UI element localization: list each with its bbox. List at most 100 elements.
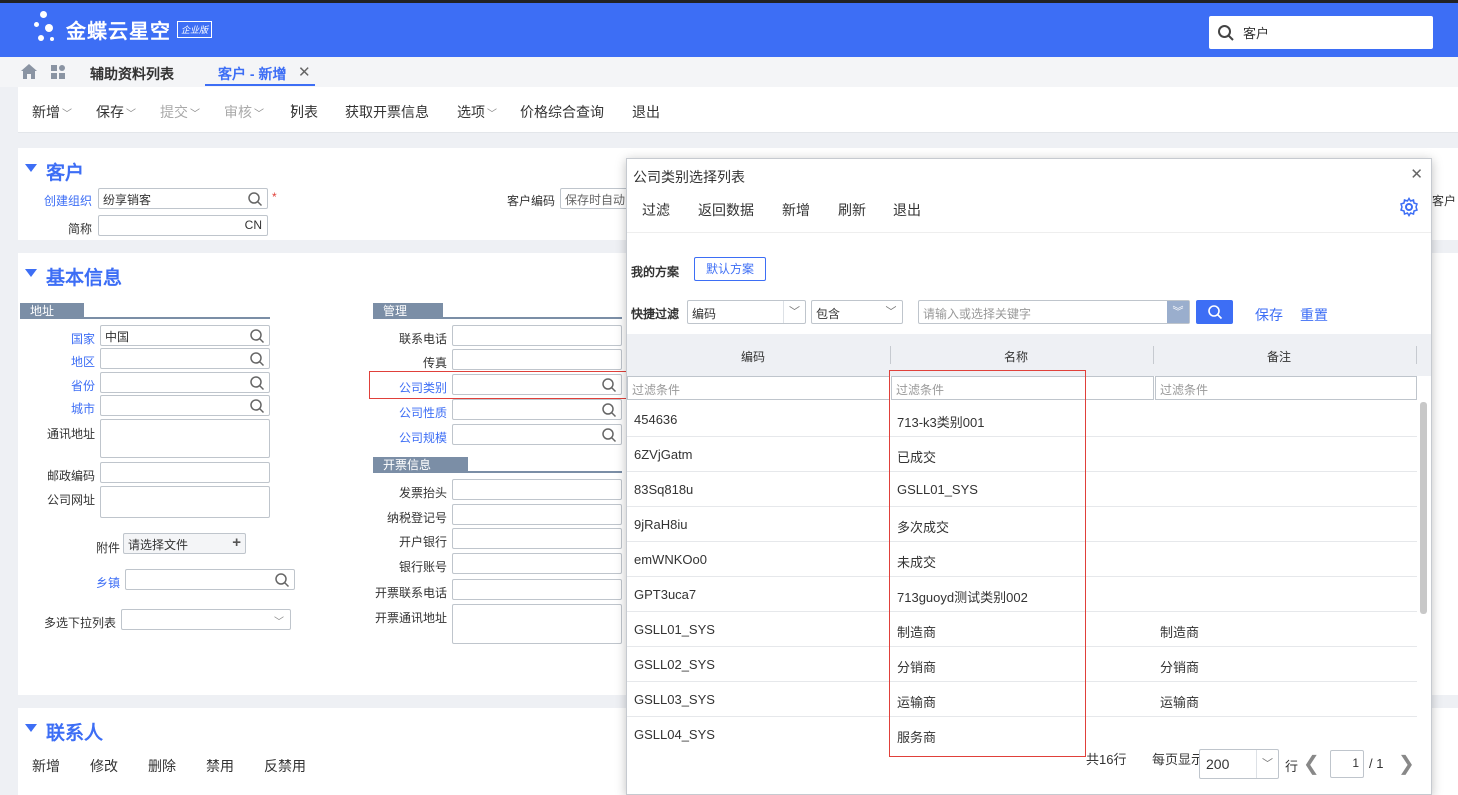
chevron-down-icon: ﹀ (126, 109, 136, 120)
short-name-suffix: CN (244, 218, 262, 232)
top-bar: 金蝶云星空 企业版 客户 (0, 0, 1458, 57)
create-org-field[interactable]: 纷享销客 (98, 188, 268, 209)
close-icon[interactable]: ✕ (1410, 165, 1423, 183)
fax-label: 传真 (423, 356, 448, 370)
mail-address-label: 通讯地址 (47, 427, 96, 441)
short-name-label: 简称 (68, 222, 93, 236)
town-field[interactable] (125, 569, 295, 590)
column-header-code[interactable]: 编码 (741, 348, 765, 365)
options-button[interactable]: 选项 ﹀ (457, 102, 497, 122)
apps-icon[interactable] (50, 64, 66, 80)
country-label: 国家 (71, 332, 96, 346)
default-scheme-button[interactable]: 默认方案 (694, 257, 766, 281)
dialog-new-button[interactable]: 新增 (782, 200, 810, 220)
contact-new-button[interactable]: 新增 (32, 756, 60, 776)
country-field[interactable]: 中国 (100, 325, 270, 346)
contact-disable-button[interactable]: 禁用 (206, 756, 234, 776)
gear-icon[interactable] (1399, 197, 1419, 217)
company-nature-label: 公司性质 (399, 406, 448, 420)
dialog-return-data-button[interactable]: 返回数据 (698, 200, 754, 220)
customer-cut-label: 客户 (1432, 194, 1457, 208)
audit-button[interactable]: 审核 ﹀ (224, 102, 264, 122)
bank-field[interactable] (452, 528, 622, 549)
contact-edit-button[interactable]: 修改 (90, 756, 118, 776)
tab-customer-new[interactable]: 客户 - 新增 (218, 64, 286, 84)
multi-select-dropdown[interactable]: ﹀ (121, 609, 291, 630)
phone-field[interactable] (452, 325, 622, 346)
company-nature-field[interactable] (452, 399, 622, 420)
prev-page-icon[interactable]: ❮ (1303, 751, 1320, 776)
filter-operator-select[interactable]: 包含 ﹀ (811, 300, 903, 324)
chevron-down-icon: ﹀ (885, 306, 897, 318)
tax-no-field[interactable] (452, 504, 622, 525)
filter-code-input[interactable]: 过滤条件 (627, 376, 890, 400)
mail-address-field[interactable] (100, 419, 270, 458)
collapse-triangle-icon[interactable] (25, 164, 37, 172)
save-scheme-link[interactable]: 保存 (1255, 305, 1283, 325)
chevron-down-icon: ﹀ (1256, 750, 1278, 778)
attachment-field[interactable]: 请选择文件 + (123, 533, 246, 554)
invoice-title-field[interactable] (452, 479, 622, 500)
global-search-input[interactable]: 客户 (1209, 16, 1433, 49)
account-field[interactable] (452, 553, 622, 574)
plus-icon: + (232, 534, 241, 551)
next-page-icon[interactable]: ❯ (1398, 751, 1415, 776)
website-field[interactable] (100, 486, 270, 518)
filter-remark-input[interactable]: 过滤条件 (1155, 376, 1417, 400)
submit-button[interactable]: 提交 ﹀ (160, 102, 200, 122)
province-field[interactable] (100, 372, 270, 393)
tab-bar: 辅助资料列表 客户 - 新增 ✕ (0, 57, 1458, 87)
filter-field-select[interactable]: 编码 ﹀ (687, 300, 806, 324)
chevron-down-icon: ﹀ (487, 109, 497, 120)
new-button[interactable]: 新增 ﹀ (32, 102, 72, 122)
invoice-phone-field[interactable] (452, 579, 622, 600)
invoice-address-field[interactable] (452, 604, 622, 644)
list-button[interactable]: 列表 (290, 102, 318, 122)
customer-code-field[interactable]: 保存时自动 (560, 188, 630, 209)
search-icon (602, 428, 617, 443)
page-number-input[interactable]: 1 (1330, 750, 1364, 778)
contact-delete-button[interactable]: 删除 (148, 756, 176, 776)
fax-field[interactable] (452, 349, 622, 370)
close-tab-icon[interactable]: ✕ (298, 63, 311, 81)
search-icon (250, 352, 265, 367)
collapse-triangle-icon[interactable] (25, 269, 37, 277)
tab-aux-data-list[interactable]: 辅助资料列表 (90, 64, 174, 84)
contact-enable-button[interactable]: 反禁用 (264, 756, 306, 776)
attachment-label: 附件 (96, 541, 121, 555)
vertical-scrollbar[interactable] (1420, 402, 1427, 614)
search-icon (275, 573, 290, 588)
postcode-field[interactable] (100, 462, 270, 483)
city-label: 城市 (71, 402, 96, 416)
company-scale-field[interactable] (452, 424, 622, 445)
keyword-input[interactable]: 请输入或选择关键字 ︾ (918, 300, 1190, 324)
save-button[interactable]: 保存 ﹀ (96, 102, 136, 122)
bank-label: 开户银行 (399, 535, 448, 549)
reset-scheme-link[interactable]: 重置 (1300, 305, 1328, 325)
company-type-dialog: 公司类别选择列表 ✕ 过滤 返回数据 新增 刷新 退出 我的方案 默认方案 快捷… (626, 158, 1432, 795)
dialog-exit-button[interactable]: 退出 (893, 200, 921, 220)
logo-icon (34, 11, 62, 47)
column-header-remark[interactable]: 备注 (1267, 348, 1291, 365)
exit-button[interactable]: 退出 (632, 102, 660, 122)
price-query-button[interactable]: 价格综合查询 (520, 102, 604, 122)
dialog-refresh-button[interactable]: 刷新 (838, 200, 866, 220)
region-field[interactable] (100, 348, 270, 369)
city-field[interactable] (100, 395, 270, 416)
short-name-field[interactable]: CN (98, 215, 268, 236)
quick-filter-label: 快捷过滤 (631, 307, 680, 321)
keyword-search-button[interactable] (1196, 300, 1233, 324)
app-logo[interactable]: 金蝶云星空 企业版 (34, 11, 213, 47)
create-org-label: 创建组织 (44, 194, 93, 208)
dialog-filter-button[interactable]: 过滤 (642, 200, 670, 220)
column-header-name[interactable]: 名称 (1004, 348, 1028, 365)
invoice-phone-label: 开票联系电话 (375, 586, 448, 600)
column-divider (890, 346, 891, 364)
get-invoice-info-button[interactable]: 获取开票信息 (345, 102, 429, 122)
dialog-toolbar: 过滤 返回数据 新增 刷新 退出 (627, 187, 1431, 233)
collapse-triangle-icon[interactable] (25, 724, 37, 732)
brand-name: 金蝶云星空 (66, 18, 171, 43)
per-page-select[interactable]: 200 ﹀ (1199, 749, 1279, 779)
home-icon[interactable] (20, 63, 38, 80)
search-icon (250, 329, 265, 344)
